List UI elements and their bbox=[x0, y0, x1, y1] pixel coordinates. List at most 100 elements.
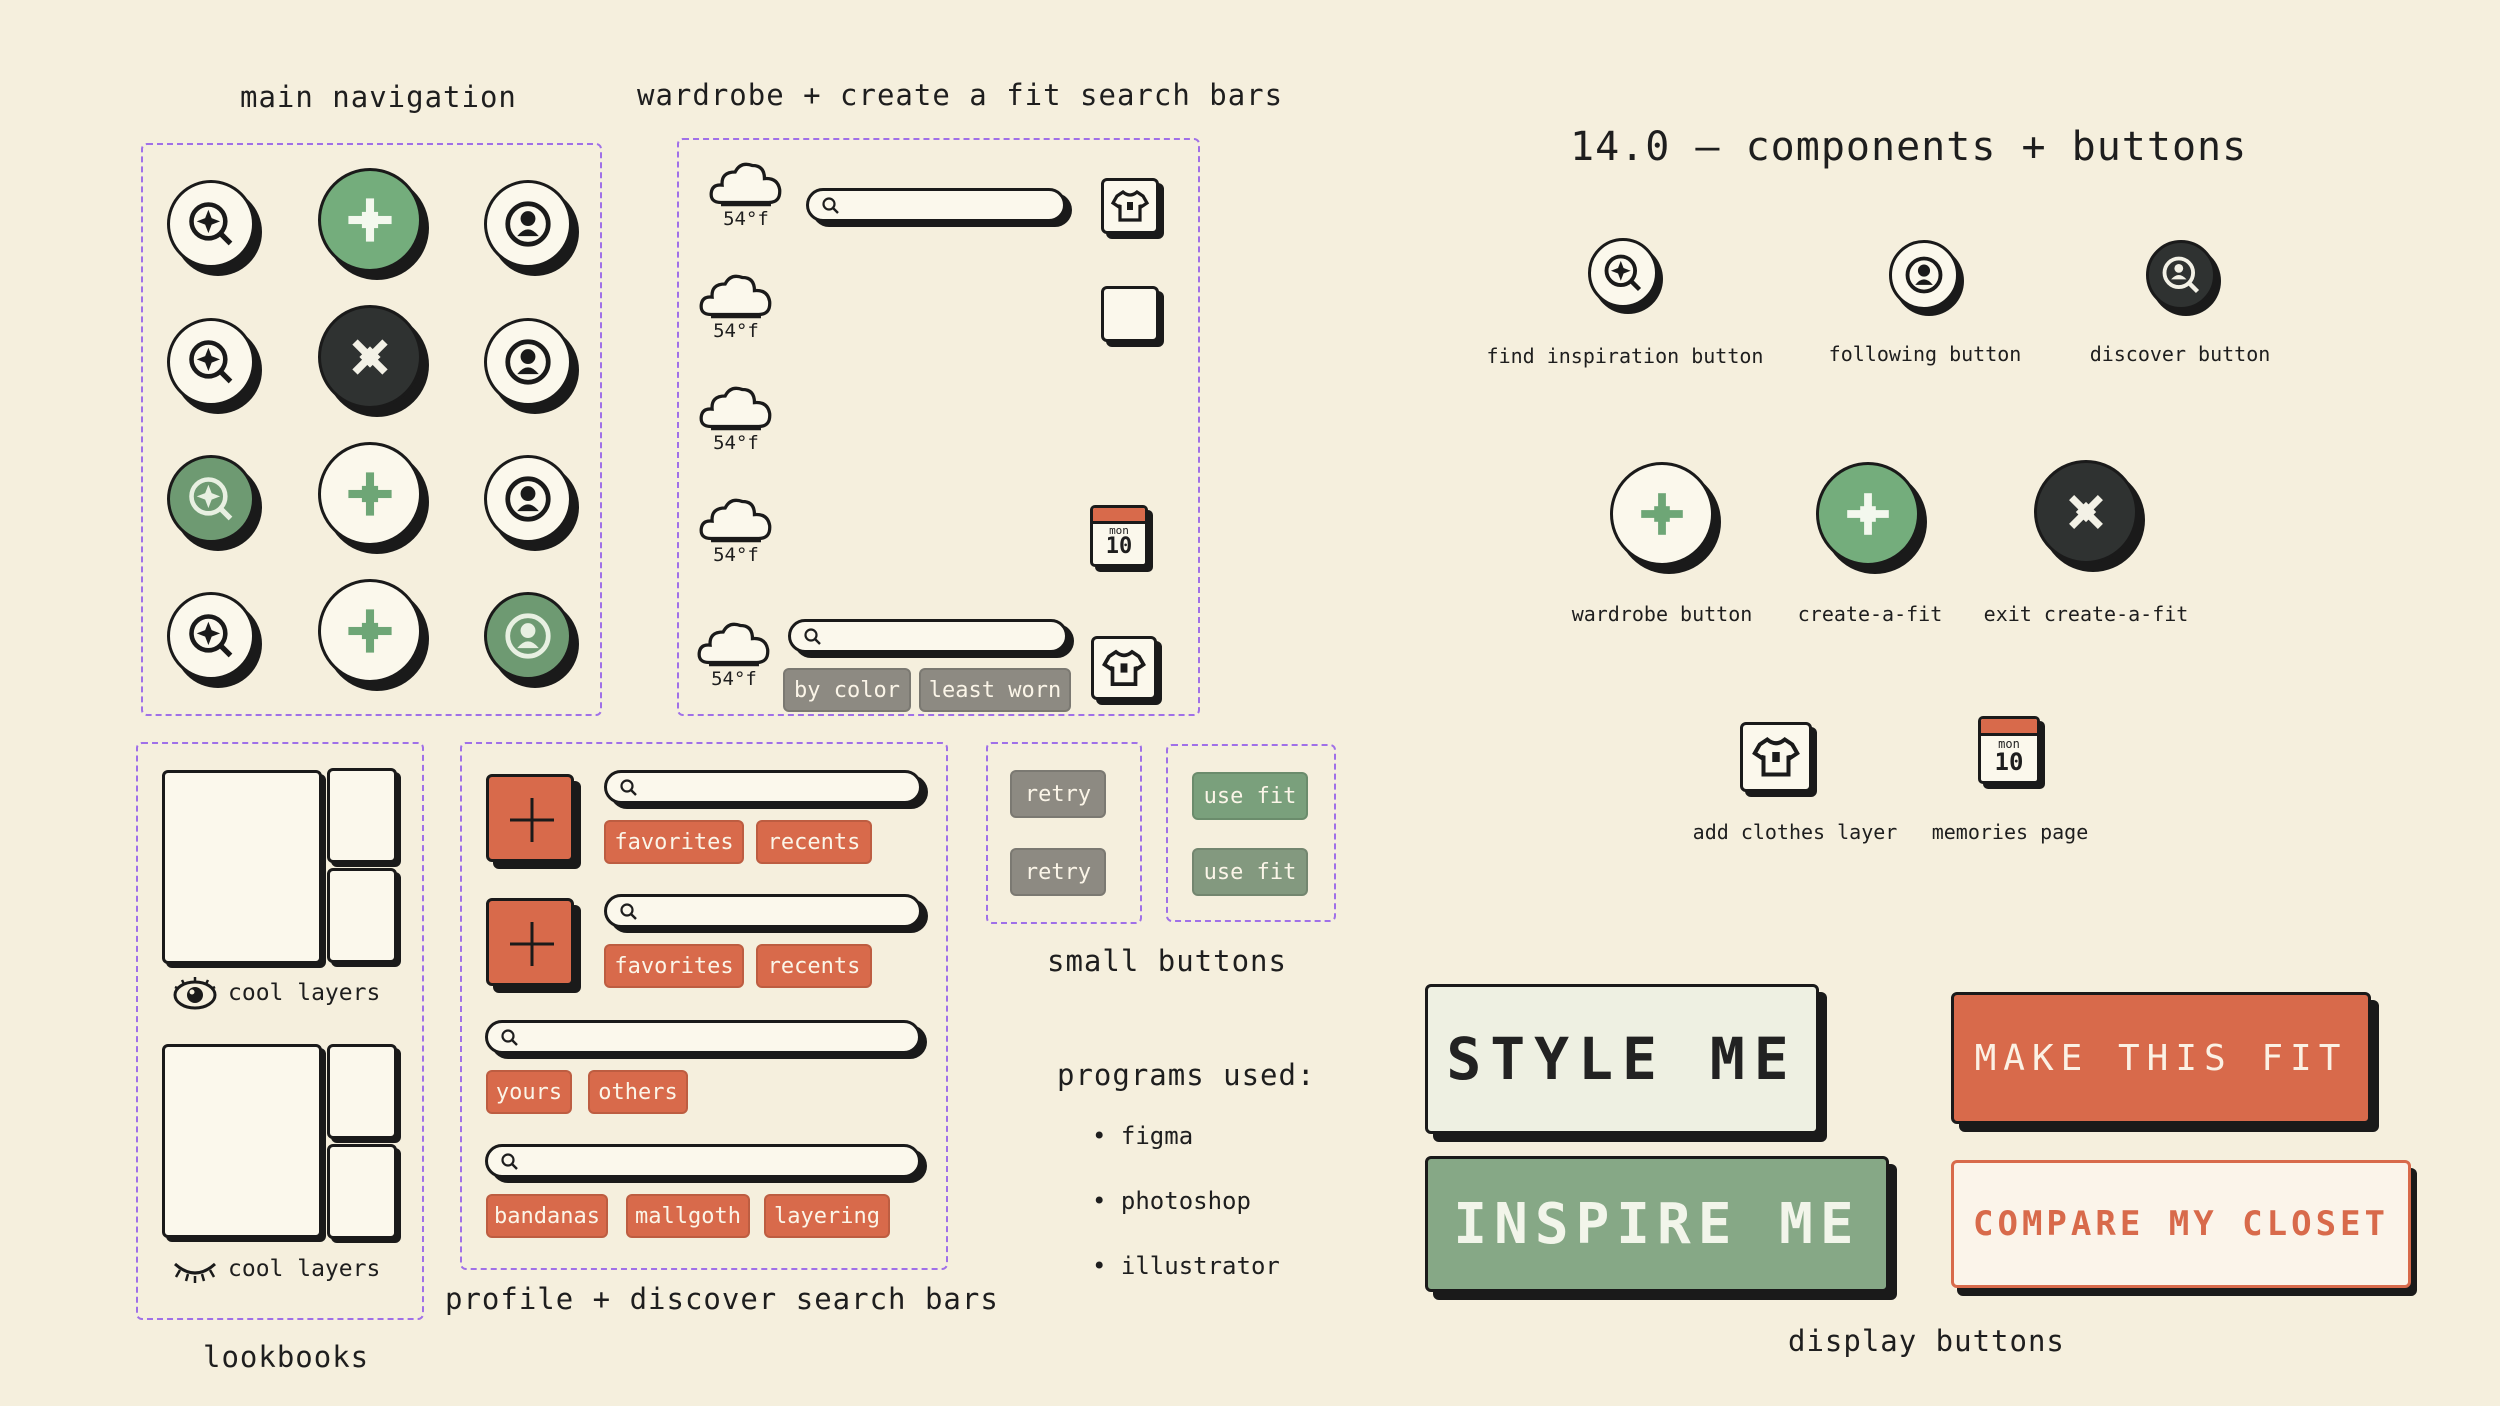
eye-closed-icon[interactable] bbox=[170, 1250, 220, 1290]
find-inspiration-nav-button-active[interactable] bbox=[167, 455, 255, 543]
filter-chip-favorites[interactable]: favorites bbox=[604, 820, 744, 864]
small-buttons-heading: small buttons bbox=[1047, 944, 1287, 978]
program-list-item: • figma bbox=[1092, 1122, 1194, 1150]
discover-button[interactable] bbox=[2146, 240, 2216, 310]
profile-search-input[interactable] bbox=[604, 770, 922, 804]
find-inspiration-caption: find inspiration button bbox=[1486, 344, 1764, 368]
plus-icon bbox=[1636, 488, 1688, 540]
eye-open-icon[interactable] bbox=[170, 975, 220, 1015]
use-fit-button[interactable]: use fit bbox=[1192, 772, 1308, 820]
following-nav-button-active[interactable] bbox=[484, 592, 572, 680]
add-button[interactable] bbox=[486, 774, 574, 862]
following-button[interactable] bbox=[1889, 240, 1959, 310]
create-fit-nav-button[interactable] bbox=[318, 442, 422, 546]
following-nav-button[interactable] bbox=[484, 180, 572, 268]
use-fit-button-disabled[interactable]: use fit bbox=[1192, 848, 1308, 896]
person-icon bbox=[501, 472, 555, 526]
lookbook-label: cool layers bbox=[228, 1256, 381, 1282]
person-icon bbox=[501, 197, 555, 251]
following-nav-button[interactable] bbox=[484, 455, 572, 543]
make-this-fit-button[interactable]: MAKE THIS FIT bbox=[1951, 992, 2371, 1124]
cloud-icon bbox=[698, 382, 774, 434]
filter-chip-favorites[interactable]: favorites bbox=[604, 944, 744, 988]
create-fit-nav-button[interactable] bbox=[318, 579, 422, 683]
close-icon bbox=[2062, 488, 2110, 536]
weather-widget: 54°f bbox=[696, 382, 776, 454]
lookbook-main-tile[interactable] bbox=[162, 1044, 322, 1238]
add-clothes-layer-button[interactable] bbox=[1740, 722, 1812, 792]
inspire-me-button[interactable]: INSPIRE ME bbox=[1425, 1156, 1889, 1292]
discover-search-input[interactable] bbox=[485, 1020, 921, 1054]
program-list-item: • illustrator bbox=[1092, 1252, 1280, 1280]
shirt-icon bbox=[1110, 186, 1150, 226]
add-button[interactable] bbox=[486, 898, 574, 986]
shirt-icon bbox=[1101, 645, 1147, 691]
person-icon bbox=[501, 609, 555, 663]
lookbook-main-tile[interactable] bbox=[162, 770, 322, 964]
add-clothes-shirt-button[interactable] bbox=[1091, 636, 1157, 700]
lookbook-small-tile[interactable] bbox=[327, 1044, 397, 1139]
filter-chip-layering[interactable]: layering bbox=[764, 1194, 890, 1238]
page-title: 14.0 – components + buttons bbox=[1570, 124, 2248, 170]
calendar-icon[interactable]: mon 10 bbox=[1090, 505, 1150, 569]
lookbooks-heading: lookbooks bbox=[203, 1340, 370, 1374]
filter-chip-by-color[interactable]: by color bbox=[783, 668, 911, 712]
plus-icon bbox=[1842, 488, 1894, 540]
lookbook-small-tile[interactable] bbox=[327, 1144, 397, 1239]
compare-my-closet-button[interactable]: COMPARE MY CLOSET bbox=[1951, 1160, 2411, 1288]
lookbook-small-tile[interactable] bbox=[327, 868, 397, 963]
filter-chip-bandanas[interactable]: bandanas bbox=[486, 1194, 608, 1238]
retry-button-pressed[interactable]: retry bbox=[1010, 848, 1106, 896]
retry-button[interactable]: retry bbox=[1010, 770, 1106, 818]
find-inspiration-nav-button[interactable] bbox=[167, 592, 255, 680]
exit-create-fit-nav-button[interactable] bbox=[318, 305, 422, 409]
lookbook-small-tile[interactable] bbox=[327, 768, 397, 863]
sparkle-search-icon bbox=[185, 336, 237, 388]
wardrobe-button[interactable] bbox=[1610, 462, 1714, 566]
wardrobe-caption: wardrobe button bbox=[1571, 602, 1753, 626]
create-a-fit-button[interactable] bbox=[1816, 462, 1920, 566]
find-inspiration-nav-button[interactable] bbox=[167, 318, 255, 406]
style-me-button[interactable]: STYLE ME bbox=[1425, 984, 1819, 1134]
sparkle-search-icon bbox=[185, 198, 237, 250]
search-icon bbox=[821, 196, 841, 216]
search-icon bbox=[803, 627, 823, 647]
weather-widget: 54°f bbox=[696, 270, 776, 342]
person-icon bbox=[501, 335, 555, 389]
memories-page-button[interactable]: mon 10 bbox=[1978, 716, 2044, 786]
exit-create-a-fit-caption: exit create-a-fit bbox=[1983, 602, 2189, 626]
profile-search-input[interactable] bbox=[604, 894, 922, 928]
sparkle-search-icon bbox=[1601, 251, 1645, 295]
sparkle-search-icon bbox=[185, 473, 237, 525]
temperature-label: 54°f bbox=[713, 544, 759, 566]
profile-discover-heading: profile + discover search bars bbox=[445, 1282, 999, 1316]
create-fit-search-input[interactable] bbox=[788, 619, 1068, 653]
plus-icon bbox=[343, 193, 397, 247]
temperature-label: 54°f bbox=[713, 320, 759, 342]
filter-chip-recents[interactable]: recents bbox=[756, 944, 872, 988]
search-bars-heading: wardrobe + create a fit search bars bbox=[637, 78, 1284, 112]
find-inspiration-nav-button[interactable] bbox=[167, 180, 255, 268]
wardrobe-shirt-button[interactable] bbox=[1101, 178, 1159, 234]
exit-create-a-fit-button[interactable] bbox=[2034, 460, 2138, 564]
cloud-icon bbox=[698, 270, 774, 322]
filter-chip-others[interactable]: others bbox=[588, 1070, 688, 1114]
filter-chip-mallgoth[interactable]: mallgoth bbox=[626, 1194, 750, 1238]
following-nav-button[interactable] bbox=[484, 318, 572, 406]
weather-widget: 54°f bbox=[706, 158, 786, 230]
filter-chip-least-worn[interactable]: least worn bbox=[919, 668, 1071, 712]
filter-chip-recents[interactable]: recents bbox=[756, 820, 872, 864]
filter-chip-yours[interactable]: yours bbox=[486, 1070, 572, 1114]
temperature-label: 54°f bbox=[711, 668, 757, 690]
display-buttons-heading: display buttons bbox=[1788, 1324, 2065, 1358]
temperature-label: 54°f bbox=[723, 208, 769, 230]
discover-search-input[interactable] bbox=[485, 1144, 921, 1178]
shirt-icon bbox=[1751, 732, 1801, 782]
find-inspiration-button[interactable] bbox=[1588, 238, 1658, 308]
empty-square-button[interactable] bbox=[1101, 286, 1159, 342]
person-icon bbox=[1902, 253, 1946, 297]
following-caption: following button bbox=[1828, 342, 2022, 366]
create-fit-nav-button[interactable] bbox=[318, 168, 422, 272]
memories-caption: memories page bbox=[1931, 820, 2089, 844]
wardrobe-search-input[interactable] bbox=[806, 188, 1066, 222]
